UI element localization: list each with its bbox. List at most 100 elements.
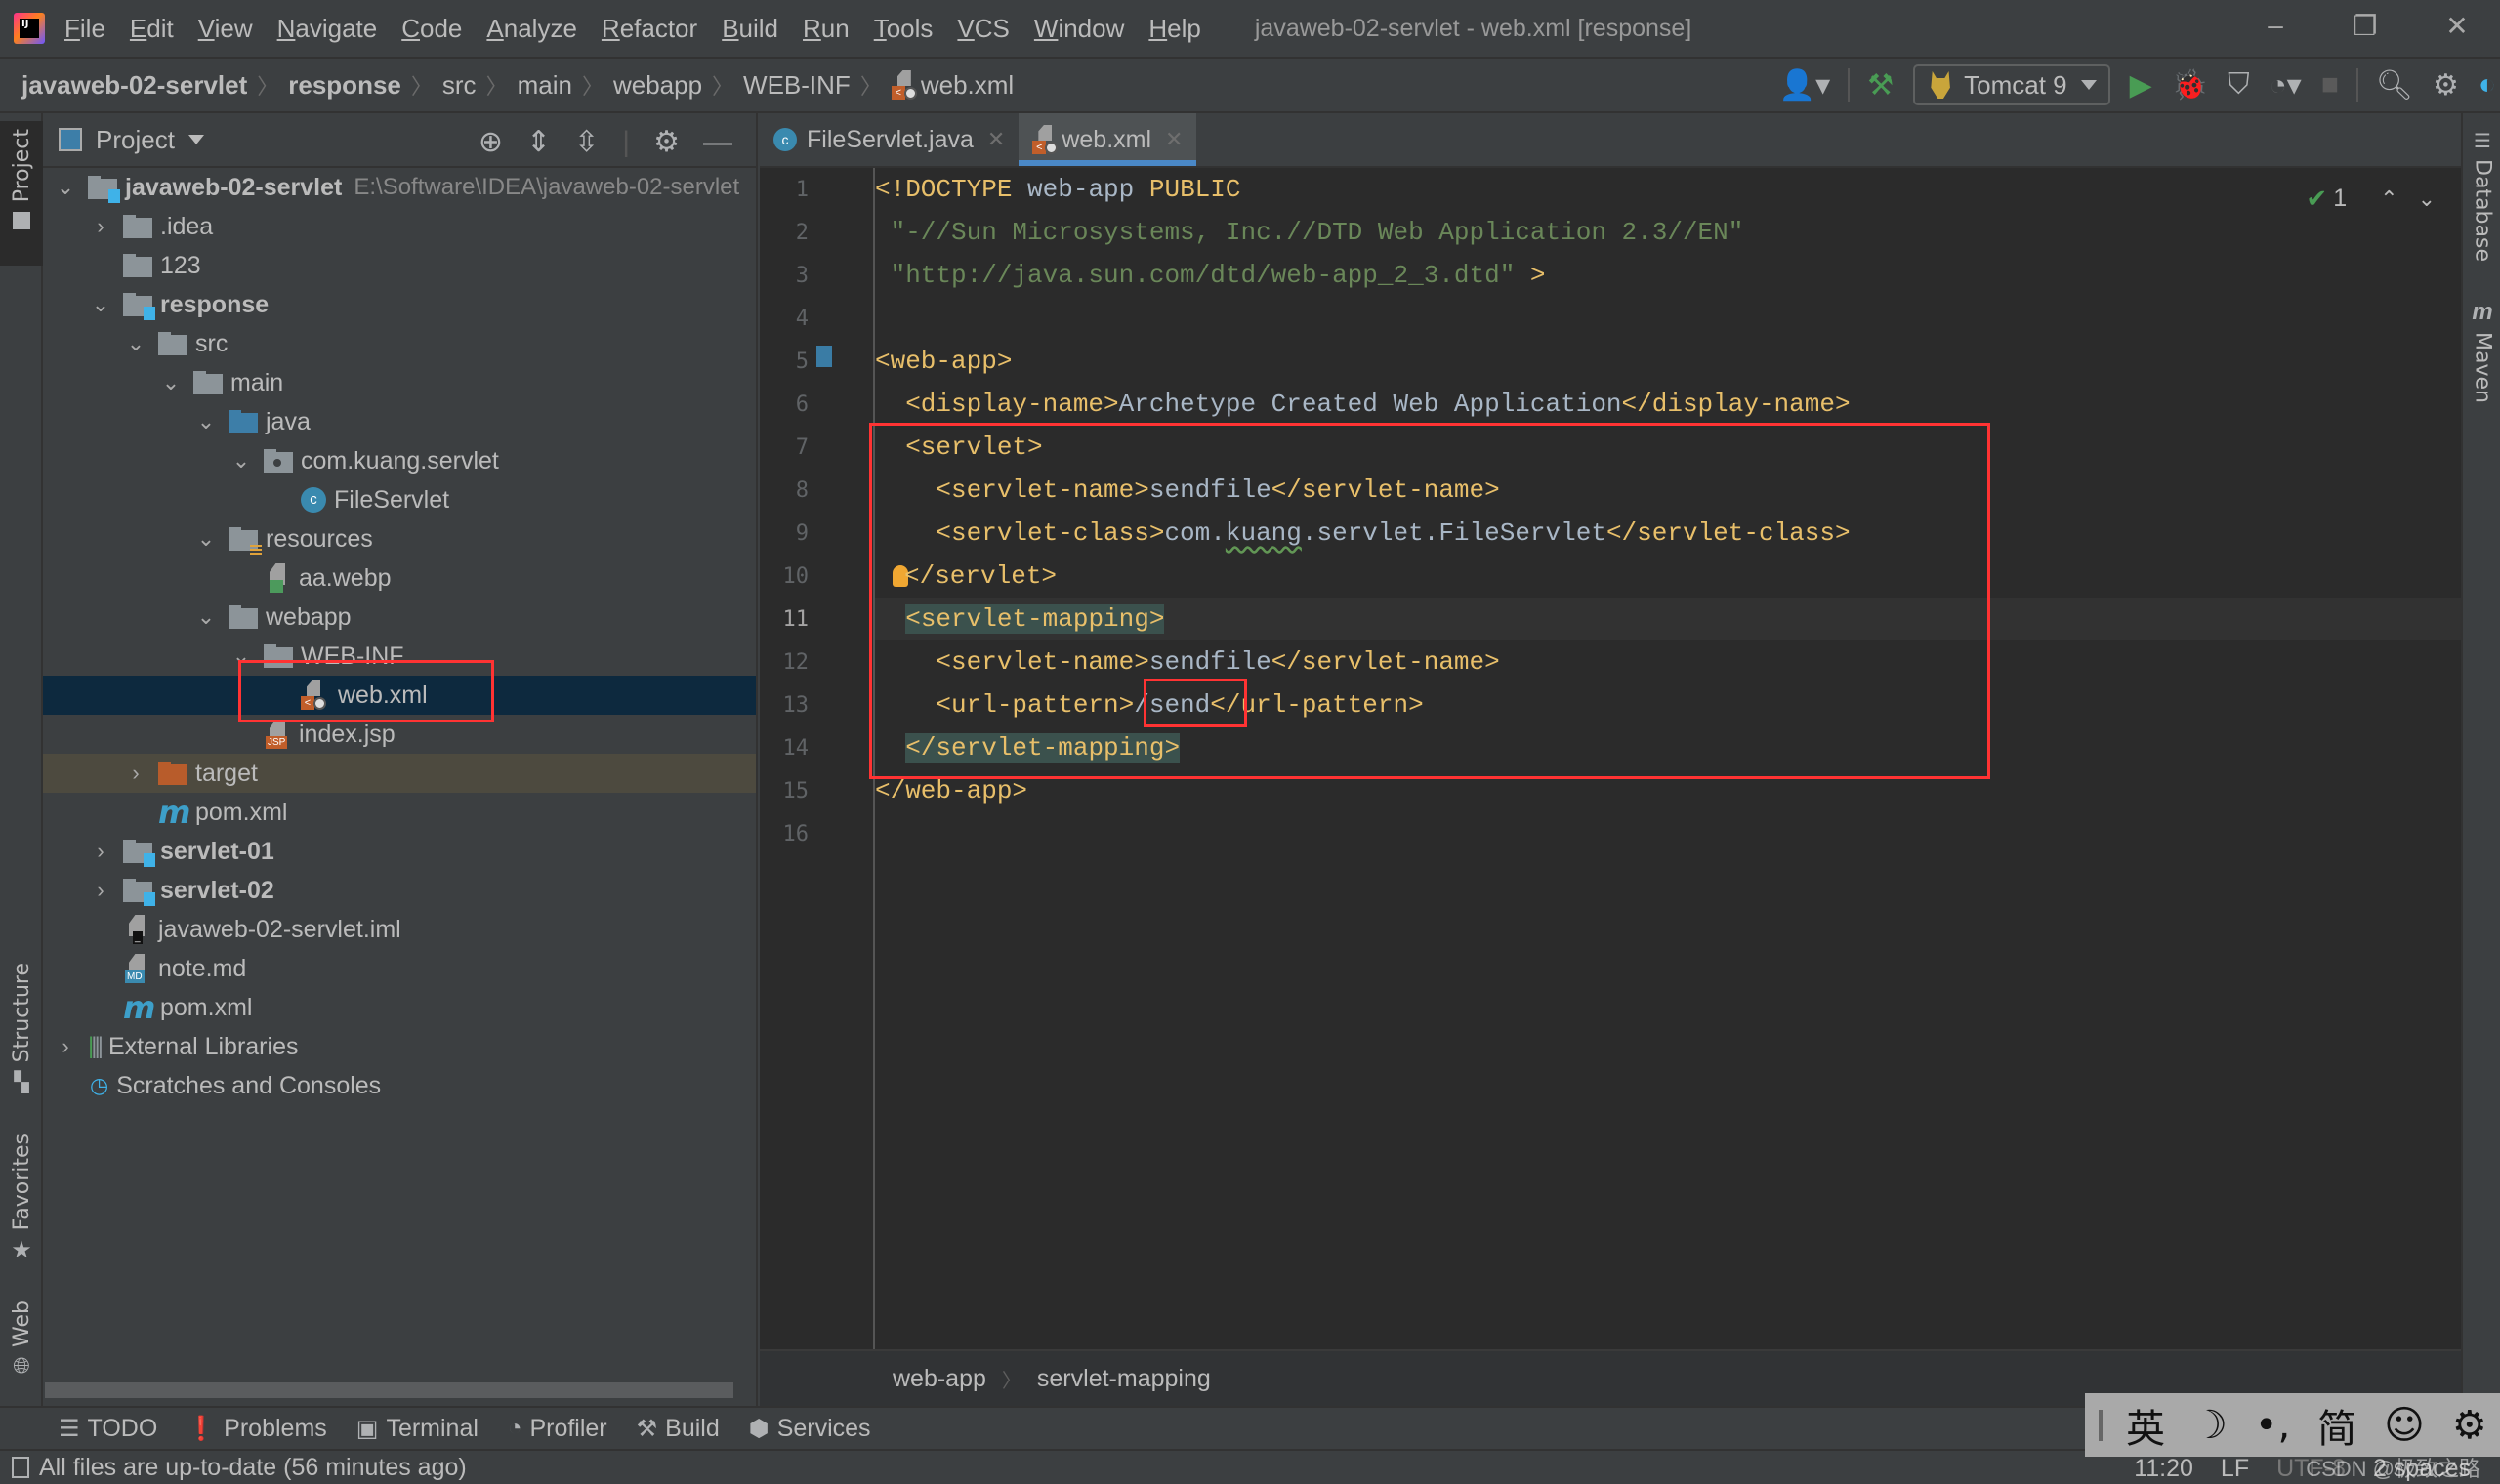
tool-button-todo[interactable]: ☰ TODO: [59, 1415, 157, 1443]
chevron-down-icon[interactable]: ⌄: [160, 370, 182, 395]
tool-button-problems[interactable]: ❗ Problems: [187, 1415, 326, 1443]
chevron-right-icon[interactable]: ›: [90, 214, 111, 239]
ime-emoji-icon[interactable]: ☺: [2384, 1403, 2425, 1448]
coverage-icon[interactable]: ⛉: [2228, 68, 2250, 102]
crumb-main[interactable]: main: [518, 70, 572, 101]
gear-icon[interactable]: ⚙: [2433, 68, 2459, 103]
chevron-down-icon[interactable]: ⌄: [195, 409, 217, 434]
tree-item-root-pom[interactable]: m pom.xml: [43, 988, 756, 1027]
chevron-down-icon[interactable]: ⌄: [195, 526, 217, 552]
menu-edit[interactable]: Edit: [130, 14, 174, 44]
crumb-web-xml[interactable]: web.xml: [921, 70, 1014, 101]
chevron-down-icon[interactable]: ⌄: [195, 604, 217, 630]
ime-moon-icon[interactable]: ☽: [2192, 1403, 2228, 1448]
expand-all-icon[interactable]: ⇕: [526, 125, 551, 159]
tool-tab-maven[interactable]: m Maven: [2463, 299, 2500, 403]
tree-item-module-pom[interactable]: m pom.xml: [43, 793, 756, 832]
minimize-button[interactable]: –: [2256, 10, 2295, 41]
debug-bug-icon[interactable]: 🐞: [2172, 68, 2208, 103]
tree-item-src[interactable]: ⌄ src: [43, 324, 756, 363]
tool-button-build[interactable]: ⚒ Build: [637, 1415, 720, 1443]
ime-punctuation-icon[interactable]: •,: [2255, 1403, 2290, 1448]
crumb-src[interactable]: src: [442, 70, 477, 101]
tree-item-web-xml[interactable]: < web.xml: [43, 676, 756, 715]
close-icon[interactable]: ✕: [987, 127, 1005, 152]
tool-tab-database[interactable]: ☰ Database: [2463, 129, 2500, 262]
tree-item-servlet-01[interactable]: › servlet-01: [43, 832, 756, 871]
menu-build[interactable]: Build: [722, 14, 778, 44]
stop-icon[interactable]: ■: [2321, 68, 2339, 102]
menu-file[interactable]: File: [64, 14, 105, 44]
ime-language-toggle[interactable]: 英: [2126, 1397, 2165, 1454]
tool-button-services[interactable]: ⬢ Services: [749, 1415, 871, 1443]
restore-button[interactable]: ❐: [2346, 10, 2385, 42]
caret-position[interactable]: 11:20: [2134, 1455, 2193, 1483]
tree-item-note-md[interactable]: MD note.md: [43, 949, 756, 988]
chevron-right-icon[interactable]: ›: [90, 839, 111, 864]
tree-item-target[interactable]: › target: [43, 754, 756, 793]
code-with-me-icon[interactable]: ◐: [2479, 68, 2496, 102]
tool-windows-toggle-icon[interactable]: [12, 1457, 29, 1478]
menu-run[interactable]: Run: [803, 14, 850, 44]
chevron-down-icon[interactable]: ⌄: [55, 175, 76, 200]
breadcrumb-servlet-mapping[interactable]: servlet-mapping: [1037, 1365, 1211, 1393]
chevron-down-icon[interactable]: ⌄: [230, 643, 252, 669]
menu-navigate[interactable]: Navigate: [277, 14, 378, 44]
menu-tools[interactable]: Tools: [874, 14, 934, 44]
tree-item-123[interactable]: 123: [43, 246, 756, 285]
project-view-selector[interactable]: Project: [96, 125, 175, 155]
run-configuration-dropdown[interactable]: Tomcat 9: [1913, 64, 2110, 105]
chevron-right-icon[interactable]: ›: [55, 1034, 76, 1059]
tree-item-web-inf[interactable]: ⌄ WEB-INF: [43, 637, 756, 676]
tree-item-webapp[interactable]: ⌄ webapp: [43, 598, 756, 637]
menu-analyze[interactable]: Analyze: [486, 14, 577, 44]
build-hammer-icon[interactable]: ⚒: [1867, 68, 1894, 103]
tool-tab-structure[interactable]: Structure ▚: [0, 963, 43, 1099]
tree-item-project-root[interactable]: ⌄ javaweb-02-servlet E:\Software\IDEA\ja…: [43, 168, 756, 207]
close-icon[interactable]: ✕: [1165, 127, 1183, 152]
tree-item-main[interactable]: ⌄ main: [43, 363, 756, 402]
tool-tab-project[interactable]: Project: [0, 121, 43, 266]
tree-item-java[interactable]: ⌄ java: [43, 402, 756, 441]
tree-item-fileservlet[interactable]: c FileServlet: [43, 480, 756, 519]
locate-file-icon[interactable]: ⊕: [479, 125, 503, 159]
chevron-right-icon[interactable]: ›: [90, 878, 111, 903]
tree-item-response[interactable]: ⌄ response: [43, 285, 756, 324]
crumb-module[interactable]: response: [288, 70, 401, 101]
crumb-web-inf[interactable]: WEB-INF: [743, 70, 851, 101]
tree-item-aa-webp[interactable]: aa.webp: [43, 558, 756, 598]
line-separator[interactable]: LF: [2221, 1455, 2249, 1483]
tool-tab-web[interactable]: Web 🌐︎: [0, 1300, 43, 1398]
tab-fileservlet-java[interactable]: c FileServlet.java ✕: [760, 113, 1019, 166]
crumb-webapp[interactable]: webapp: [613, 70, 702, 101]
menu-help[interactable]: Help: [1148, 14, 1200, 44]
tree-item-package[interactable]: ⌄ com.kuang.servlet: [43, 441, 756, 480]
drag-handle[interactable]: [2099, 1409, 2103, 1441]
ime-simplified-toggle[interactable]: 简: [2317, 1397, 2356, 1454]
tree-item-resources[interactable]: ⌄ resources: [43, 519, 756, 558]
menu-window[interactable]: Window: [1034, 14, 1124, 44]
tool-button-profiler[interactable]: ◔ Profiler: [508, 1415, 607, 1443]
menu-refactor[interactable]: Refactor: [602, 14, 697, 44]
chevron-down-icon[interactable]: ⌄: [90, 292, 111, 317]
web-descriptor-gutter-icon[interactable]: [816, 346, 832, 367]
tree-item-servlet-02[interactable]: › servlet-02: [43, 871, 756, 910]
collapse-all-icon[interactable]: ⇳: [574, 125, 599, 159]
horizontal-scrollbar[interactable]: [45, 1382, 733, 1398]
tree-item-index-jsp[interactable]: JSP index.jsp: [43, 715, 756, 754]
tree-item-external-libraries[interactable]: › |||| External Libraries: [43, 1027, 756, 1066]
ime-gear-icon[interactable]: ⚙: [2452, 1403, 2487, 1448]
chevron-down-icon[interactable]: ⌄: [125, 331, 146, 356]
hide-panel-icon[interactable]: —: [703, 126, 732, 159]
menu-vcs[interactable]: VCS: [957, 14, 1009, 44]
tool-button-terminal[interactable]: ▣ Terminal: [356, 1415, 479, 1443]
gear-icon[interactable]: ⚙: [653, 125, 680, 159]
crumb-project[interactable]: javaweb-02-servlet: [21, 70, 247, 101]
tool-tab-favorites[interactable]: Favorites ★: [0, 1134, 43, 1280]
breadcrumb-web-app[interactable]: web-app: [893, 1365, 986, 1393]
tab-web-xml[interactable]: < web.xml ✕: [1019, 113, 1197, 166]
search-icon[interactable]: 🔍︎: [2376, 68, 2413, 103]
run-icon[interactable]: ▶: [2130, 68, 2152, 103]
menu-code[interactable]: Code: [401, 14, 462, 44]
close-window-button[interactable]: ✕: [2438, 10, 2477, 42]
